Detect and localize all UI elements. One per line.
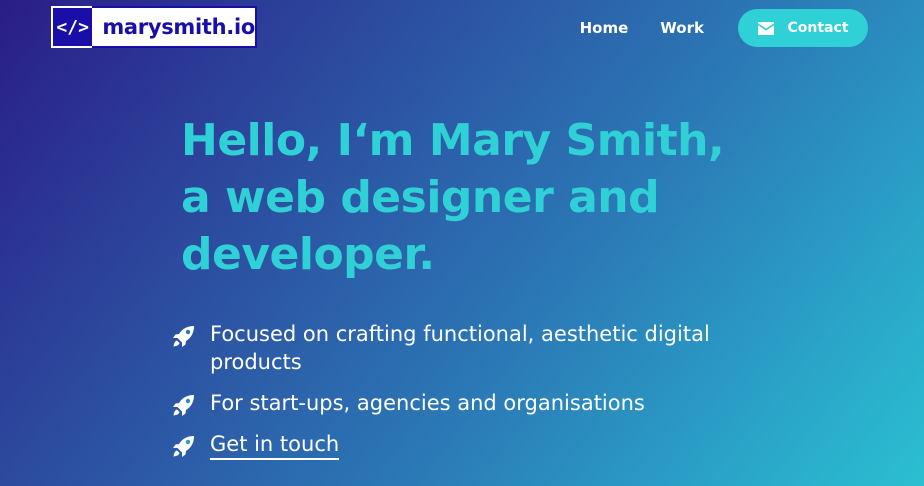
hero-title: Hello, I‘m Mary Smith, a web designer an… — [181, 115, 725, 280]
nav-home-link[interactable]: Home — [580, 19, 629, 37]
list-item: For start-ups, agencies and organisation… — [172, 389, 772, 417]
nav-work-link[interactable]: Work — [660, 19, 704, 37]
site-logo[interactable]: </> marysmith.io — [51, 6, 257, 48]
envelope-icon — [757, 21, 774, 35]
feature-text: Focused on crafting functional, aestheti… — [210, 322, 710, 374]
contact-button[interactable]: Contact — [738, 9, 868, 47]
site-header: </> marysmith.io Home Work Contact — [0, 0, 924, 56]
code-brackets-icon: </> — [51, 6, 93, 48]
contact-button-label: Contact — [787, 20, 849, 36]
main-nav: Home Work Contact — [580, 9, 868, 47]
feature-list: Focused on crafting functional, aestheti… — [172, 320, 772, 471]
list-item: Focused on crafting functional, aestheti… — [172, 320, 772, 376]
rocket-icon — [172, 393, 196, 417]
rocket-icon — [172, 324, 196, 348]
rocket-icon — [172, 434, 196, 458]
logo-wordmark: marysmith.io — [92, 6, 257, 48]
list-item: Get in touch — [172, 430, 772, 460]
feature-text: For start-ups, agencies and organisation… — [210, 391, 645, 415]
get-in-touch-link[interactable]: Get in touch — [210, 432, 340, 460]
